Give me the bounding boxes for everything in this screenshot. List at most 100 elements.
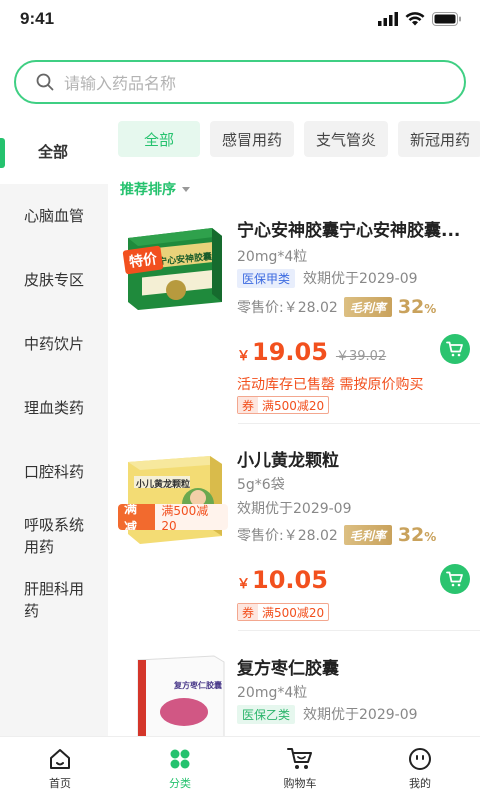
cart-icon — [446, 341, 463, 357]
retail-price: 零售价:￥28.02 — [237, 528, 338, 544]
product-card[interactable]: 复方枣仁胶囊 复方枣仁胶囊 20mg*4粒 医保乙类 效期优于2029-09 — [118, 650, 480, 736]
retail-row: 零售价:￥28.02 毛利率 32% — [237, 524, 436, 546]
product-image: 小儿黄龙颗粒 满减 满500减20 — [118, 440, 228, 550]
home-icon — [50, 749, 70, 769]
soldout-notice: 活动库存已售罄 需按原价购买 — [237, 377, 424, 393]
chip-covid[interactable]: 新冠用药 — [398, 121, 480, 157]
sidebar-item-label: 心脑血管 — [24, 207, 85, 225]
sidebar-item-respiratory[interactable]: 呼吸系统用药 — [0, 504, 108, 568]
sidebar-item-liver[interactable]: 肝胆科用药 — [0, 568, 108, 632]
coupon-key: 券 — [238, 604, 259, 620]
sidebar-item-label: 呼吸系统用药 — [24, 516, 85, 556]
product-name: 复方枣仁胶囊 — [237, 659, 339, 679]
margin-value: 32% — [397, 524, 437, 546]
coupon-value: 满500减20 — [262, 605, 325, 620]
product-tags: 医保乙类 效期优于2029-09 — [237, 704, 418, 724]
product-card[interactable]: 小儿黄龙颗粒 满减 满500减20 小儿黄龙颗粒 5g*6袋 效期优于2029-… — [118, 440, 480, 630]
sidebar-item-label: 口腔科药 — [24, 463, 85, 481]
margin-badge: 毛利率 — [343, 525, 392, 545]
filter-chips: 全部 感冒用药 支气管炎 新冠用药 — [118, 121, 480, 157]
bottom-tab-bar: 首页 分类 购物车 我的 — [0, 736, 480, 800]
price-row: ￥ 19.05 ￥39.02 — [237, 338, 386, 366]
retail-price: 零售价:￥28.02 — [237, 300, 338, 316]
expiry-text: 效期优于2029-09 — [237, 501, 352, 517]
margin-badge: 毛利率 — [343, 297, 392, 317]
chip-bronchitis[interactable]: 支气管炎 — [304, 121, 389, 157]
tab-label: 购物车 — [283, 777, 317, 790]
sidebar-item-label: 中药饮片 — [24, 335, 85, 353]
chip-cold[interactable]: 感冒用药 — [210, 121, 295, 157]
retail-row: 零售价:￥28.02 毛利率 32% — [237, 296, 436, 318]
box-title: 复方枣仁胶囊 — [174, 681, 222, 690]
original-price: ￥39.02 — [335, 349, 387, 364]
status-time: 9:41 — [20, 9, 55, 28]
category-sidebar: 全部 心脑血管 皮肤专区 中药饮片 理血类药 口腔科药 呼吸系统用药 肝胆科用药 — [0, 120, 108, 740]
tab-home[interactable]: 首页 — [0, 737, 120, 800]
tab-profile[interactable]: 我的 — [360, 737, 480, 800]
coupon-tag[interactable]: 券 满500减20 — [237, 396, 330, 414]
promo-type: 满减 — [118, 504, 156, 530]
expiry-text: 效期优于2029-09 — [303, 271, 418, 287]
tab-cart[interactable]: 购物车 — [240, 737, 360, 800]
promo-badge: 满减 满500减20 — [118, 504, 228, 530]
product-image: 宁心安神胶囊 特价 — [118, 210, 228, 320]
product-tags: 效期优于2029-09 — [237, 498, 352, 518]
cart-icon — [287, 748, 312, 769]
product-spec: 5g*6袋 — [237, 477, 285, 493]
category-icon — [170, 749, 190, 769]
price-row: ￥ 10.05 — [237, 566, 328, 594]
margin-value: 32% — [397, 296, 437, 318]
profile-icon — [409, 748, 431, 770]
status-bar: 9:41 — [0, 0, 480, 40]
divider — [238, 630, 480, 631]
search-placeholder: 请输入药品名称 — [64, 74, 177, 93]
product-card[interactable]: 宁心安神胶囊 特价 宁心安神胶囊宁心安神胶囊... 20mg*4粒 医保甲类 效… — [118, 210, 480, 420]
tab-label: 我的 — [409, 777, 431, 790]
sidebar-item-label: 皮肤专区 — [24, 271, 85, 289]
wifi-icon — [405, 12, 425, 26]
sort-dropdown[interactable]: 推荐排序 — [120, 179, 190, 199]
sidebar-item-label: 全部 — [38, 143, 69, 161]
sort-label: 推荐排序 — [120, 182, 176, 198]
chip-all[interactable]: 全部 — [118, 121, 201, 157]
divider — [238, 423, 480, 424]
tab-label: 首页 — [49, 777, 71, 790]
sidebar-item-oral[interactable]: 口腔科药 — [0, 440, 108, 504]
product-name: 宁心安神胶囊宁心安神胶囊... — [237, 221, 461, 241]
add-to-cart-button[interactable] — [440, 334, 470, 364]
signal-icon — [378, 12, 398, 26]
insurance-tag: 医保甲类 — [237, 268, 296, 288]
product-spec: 20mg*4粒 — [237, 685, 308, 701]
sidebar-item-blood[interactable]: 理血类药 — [0, 376, 108, 440]
expiry-text: 效期优于2029-09 — [303, 707, 418, 723]
sidebar-item-herbal[interactable]: 中药饮片 — [0, 312, 108, 376]
coupon-key: 券 — [238, 397, 259, 413]
sidebar-item-skin[interactable]: 皮肤专区 — [0, 248, 108, 312]
sale-price: 10.05 — [252, 566, 328, 594]
product-image: 复方枣仁胶囊 — [118, 650, 228, 736]
cart-icon — [446, 571, 463, 587]
promo-detail: 满500减20 — [155, 504, 228, 530]
battery-icon — [432, 12, 461, 26]
sale-price: 19.05 — [252, 338, 328, 366]
product-name: 小儿黄龙颗粒 — [237, 451, 339, 471]
tab-category[interactable]: 分类 — [120, 737, 240, 800]
product-tags: 医保甲类 效期优于2029-09 — [237, 268, 418, 288]
coupon-value: 满500减20 — [262, 398, 325, 413]
sidebar-item-all[interactable]: 全部 — [0, 120, 108, 184]
sidebar-item-label: 理血类药 — [24, 399, 85, 417]
caret-down-icon — [182, 186, 190, 192]
coupon-tag[interactable]: 券 满500减20 — [237, 603, 330, 621]
sidebar-item-cardio[interactable]: 心脑血管 — [0, 184, 108, 248]
currency-symbol: ￥ — [237, 349, 251, 364]
tab-label: 分类 — [169, 777, 191, 790]
search-bar[interactable]: 请输入药品名称 — [14, 60, 466, 104]
add-to-cart-button[interactable] — [440, 564, 470, 594]
box-title: 小儿黄龙颗粒 — [136, 480, 191, 490]
sidebar-item-label: 肝胆科用药 — [24, 580, 85, 620]
status-icons — [378, 12, 462, 26]
search-icon — [36, 73, 54, 91]
currency-symbol: ￥ — [237, 577, 251, 592]
product-spec: 20mg*4粒 — [237, 249, 308, 265]
insurance-tag: 医保乙类 — [237, 704, 296, 724]
